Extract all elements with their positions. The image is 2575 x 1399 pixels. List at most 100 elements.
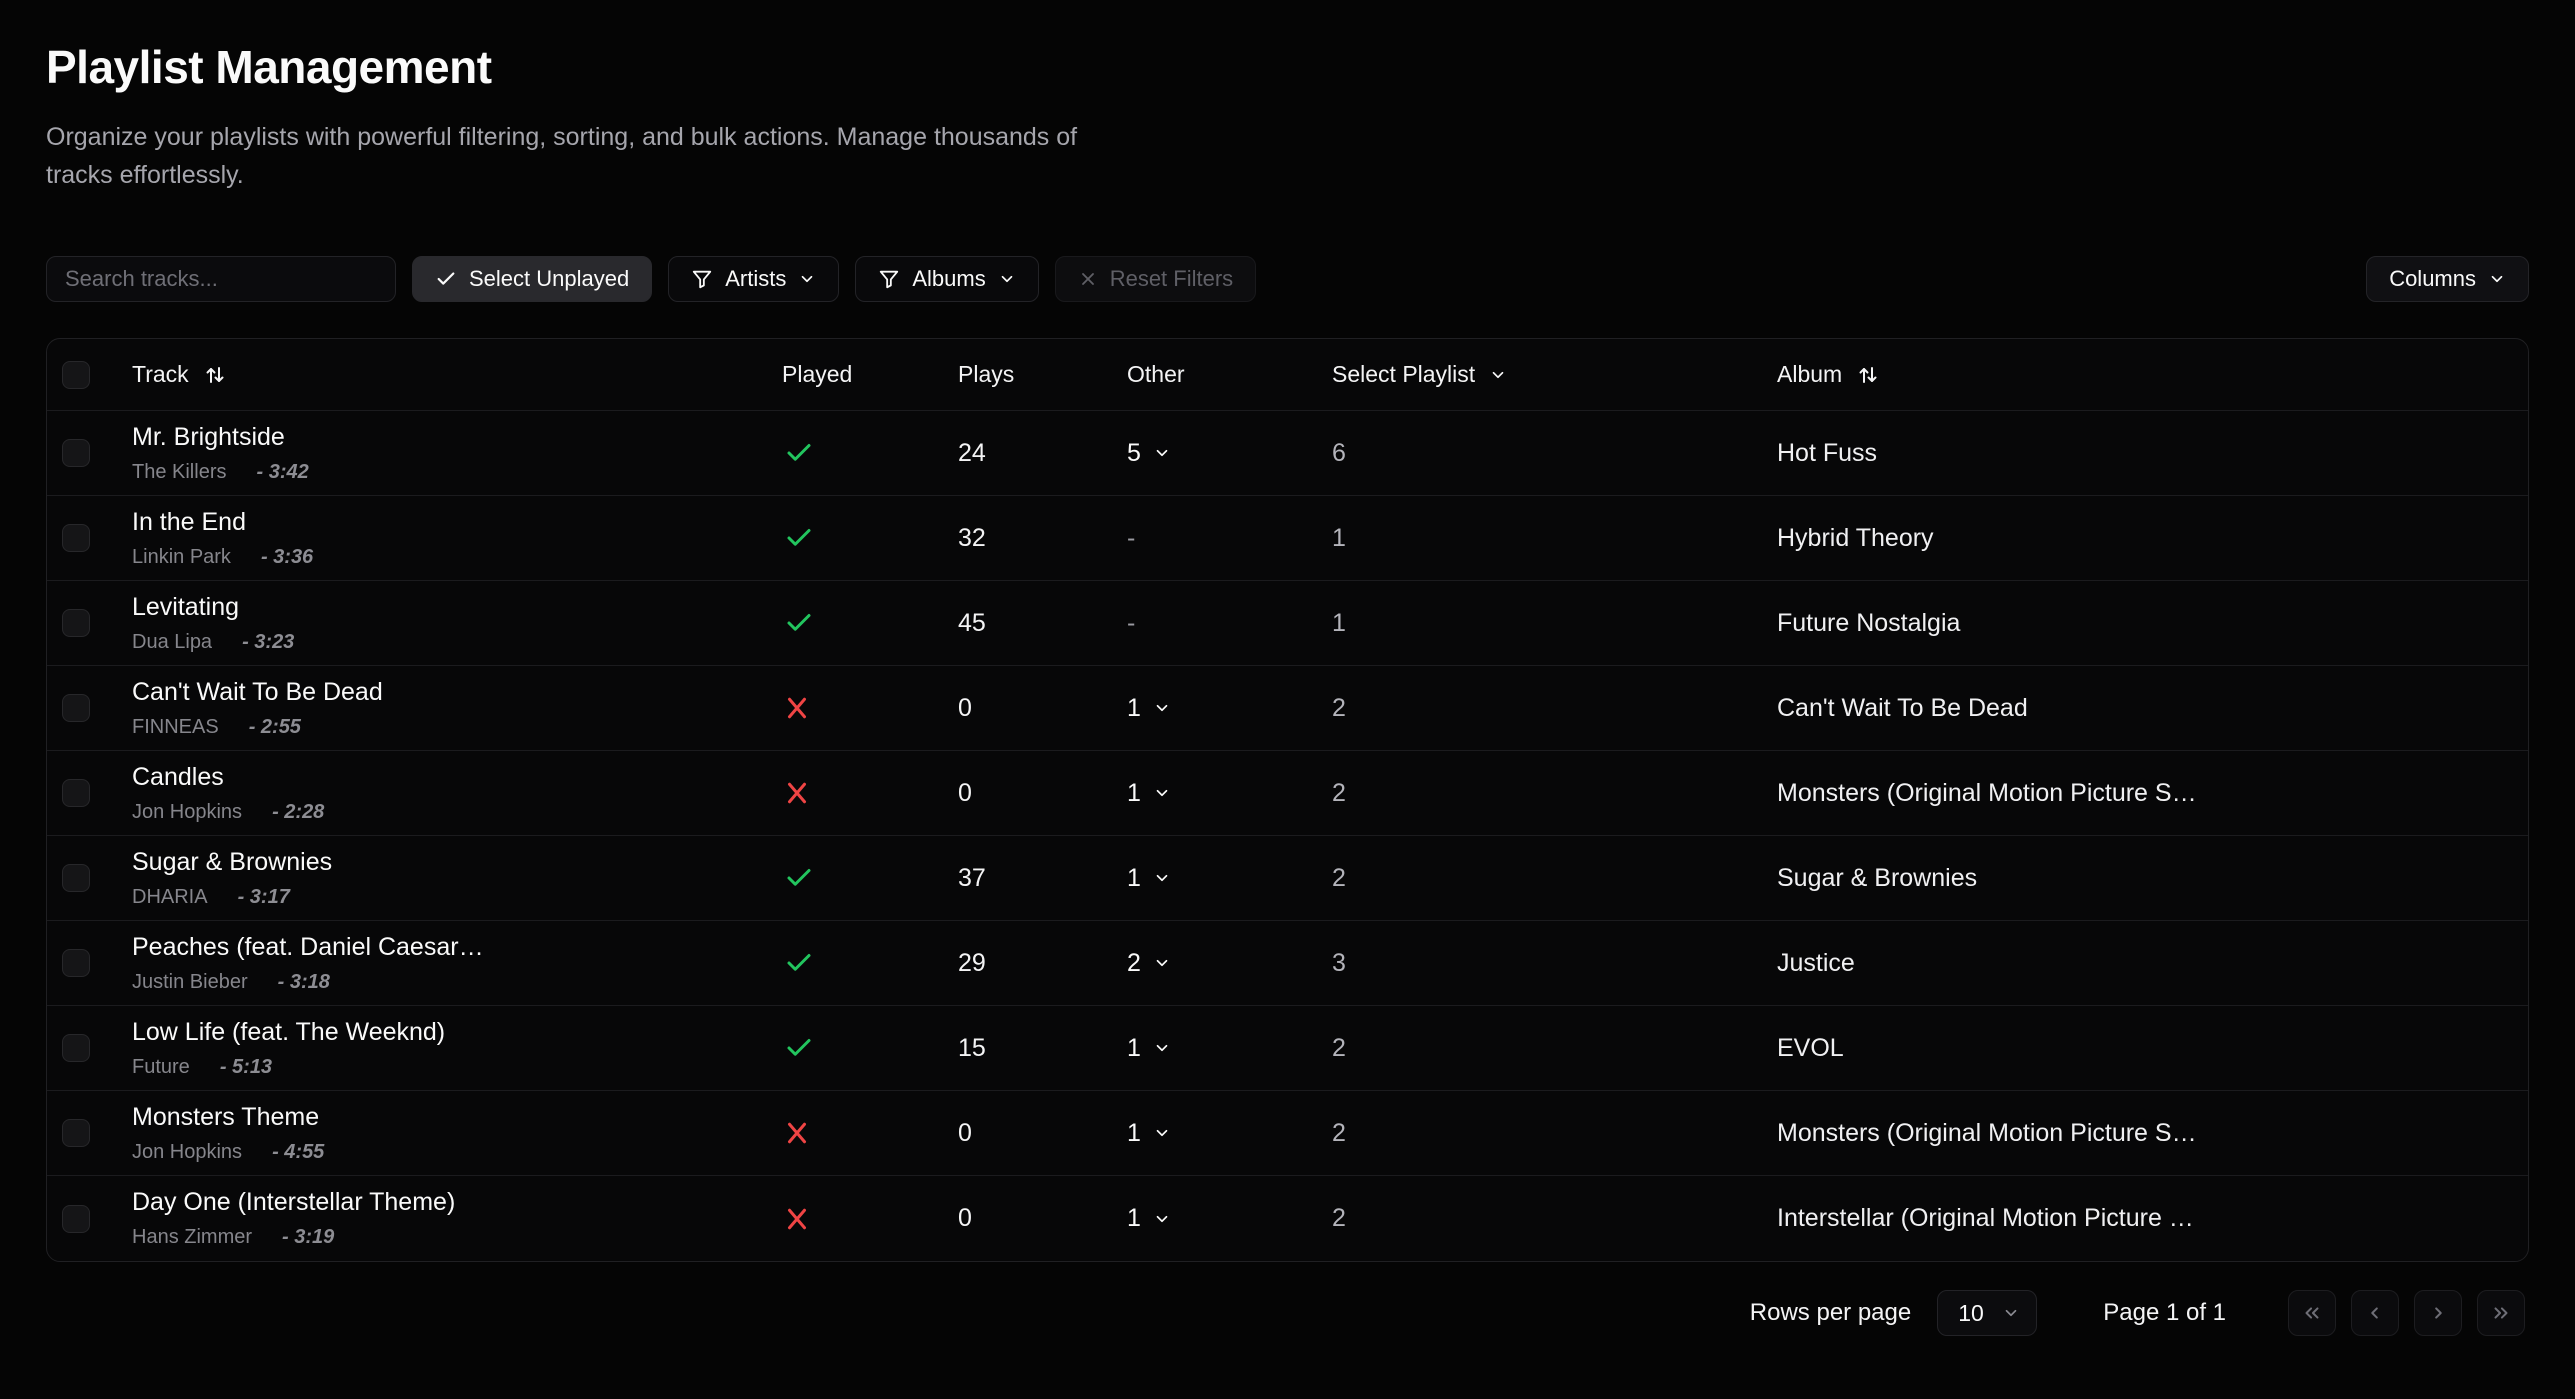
playlist-count: 2 bbox=[1332, 1204, 1346, 1232]
other-dropdown[interactable]: 5 bbox=[1127, 439, 1171, 468]
other-value: 1 bbox=[1127, 1204, 1141, 1233]
plays-value: 0 bbox=[958, 694, 972, 722]
other-cell: 1 bbox=[1102, 1204, 1302, 1233]
other-value: 1 bbox=[1127, 864, 1141, 893]
toolbar: Select Unplayed Artists Albums Reset Fil… bbox=[46, 256, 2529, 302]
track-cell: In the End Linkin Park- 3:36 bbox=[112, 508, 762, 569]
select-playlist-dropdown[interactable]: Select Playlist bbox=[1332, 361, 1507, 388]
track-duration: - 3:18 bbox=[278, 971, 330, 993]
track-cell: Mr. Brightside The Killers- 3:42 bbox=[112, 423, 762, 484]
plays-cell: 0 bbox=[942, 779, 1102, 808]
header-checkbox-cell bbox=[47, 361, 112, 389]
track-cell: Levitating Dua Lipa- 3:23 bbox=[112, 593, 762, 654]
track-subtitle: The Killers- 3:42 bbox=[132, 461, 762, 484]
row-checkbox[interactable] bbox=[62, 439, 90, 467]
row-checkbox[interactable] bbox=[62, 949, 90, 977]
artists-filter-button[interactable]: Artists bbox=[668, 256, 839, 302]
album-name: Monsters (Original Motion Picture S… bbox=[1742, 1119, 2528, 1148]
rows-per-page-value: 10 bbox=[1958, 1300, 1984, 1327]
row-checkbox[interactable] bbox=[62, 1034, 90, 1062]
row-checkbox[interactable] bbox=[62, 1119, 90, 1147]
track-title: Peaches (feat. Daniel Caesar… bbox=[132, 933, 762, 962]
album-name: Can't Wait To Be Dead bbox=[1742, 694, 2528, 723]
plays-cell: 0 bbox=[942, 694, 1102, 723]
table-row: Sugar & Brownies DHARIA- 3:17 37 1 bbox=[47, 836, 2528, 921]
other-dropdown[interactable]: 1 bbox=[1127, 779, 1171, 808]
chevron-down-icon bbox=[798, 270, 816, 288]
header-album: Album bbox=[1742, 361, 2528, 388]
track-sort-button[interactable]: Track bbox=[132, 361, 227, 388]
played-cell bbox=[762, 1033, 942, 1063]
table-body: Mr. Brightside The Killers- 3:42 24 5 bbox=[47, 411, 2528, 1261]
double-chevron-left-icon bbox=[2301, 1302, 2323, 1324]
row-checkbox[interactable] bbox=[62, 609, 90, 637]
row-checkbox[interactable] bbox=[62, 524, 90, 552]
plays-value: 37 bbox=[958, 864, 986, 892]
row-checkbox[interactable] bbox=[62, 864, 90, 892]
other-cell: 1 bbox=[1102, 1034, 1302, 1063]
playlist-count: 1 bbox=[1332, 609, 1346, 637]
row-checkbox-cell bbox=[47, 779, 112, 807]
row-checkbox[interactable] bbox=[62, 1205, 90, 1233]
tracks-table: Track Played Plays Other Select Playlist bbox=[46, 338, 2529, 1262]
row-checkbox-cell bbox=[47, 949, 112, 977]
playlist-cell: 2 bbox=[1302, 1119, 1742, 1148]
search-input[interactable] bbox=[46, 256, 396, 302]
last-page-button[interactable] bbox=[2477, 1290, 2525, 1336]
chevron-down-icon bbox=[1153, 1210, 1171, 1228]
other-dropdown[interactable]: 1 bbox=[1127, 1034, 1171, 1063]
row-checkbox-cell bbox=[47, 864, 112, 892]
rows-per-page-select[interactable]: 10 bbox=[1937, 1290, 2037, 1336]
album-sort-button[interactable]: Album bbox=[1777, 361, 1880, 388]
playlist-cell: 2 bbox=[1302, 1204, 1742, 1233]
played-x-icon bbox=[782, 693, 942, 723]
track-subtitle: Linkin Park- 3:36 bbox=[132, 546, 762, 569]
other-cell: - bbox=[1102, 524, 1302, 553]
table-row: Candles Jon Hopkins- 2:28 0 1 bbox=[47, 751, 2528, 836]
track-duration: - 3:23 bbox=[242, 631, 294, 653]
track-duration: - 2:28 bbox=[272, 801, 324, 823]
table-row: Day One (Interstellar Theme) Hans Zimmer… bbox=[47, 1176, 2528, 1261]
played-check-icon bbox=[782, 948, 942, 978]
track-artist: DHARIA bbox=[132, 886, 208, 908]
select-unplayed-button[interactable]: Select Unplayed bbox=[412, 256, 652, 302]
plays-cell: 0 bbox=[942, 1119, 1102, 1148]
other-dropdown[interactable]: 1 bbox=[1127, 1204, 1171, 1233]
albums-filter-button[interactable]: Albums bbox=[855, 256, 1038, 302]
select-all-checkbox[interactable] bbox=[62, 361, 90, 389]
other-dropdown[interactable]: 2 bbox=[1127, 949, 1171, 978]
table-row: Low Life (feat. The Weeknd) Future- 5:13… bbox=[47, 1006, 2528, 1091]
played-cell bbox=[762, 438, 942, 468]
other-dropdown[interactable]: 1 bbox=[1127, 1119, 1171, 1148]
other-dropdown[interactable]: 1 bbox=[1127, 694, 1171, 723]
previous-page-button[interactable] bbox=[2351, 1290, 2399, 1336]
row-checkbox-cell bbox=[47, 439, 112, 467]
album-name: Sugar & Brownies bbox=[1742, 864, 2528, 893]
album-name: Monsters (Original Motion Picture S… bbox=[1742, 779, 2528, 808]
row-checkbox[interactable] bbox=[62, 694, 90, 722]
first-page-button[interactable] bbox=[2288, 1290, 2336, 1336]
check-icon bbox=[435, 268, 457, 290]
played-cell bbox=[762, 693, 942, 723]
plays-cell: 15 bbox=[942, 1034, 1102, 1063]
next-page-button[interactable] bbox=[2414, 1290, 2462, 1336]
header-select-playlist-label: Select Playlist bbox=[1332, 361, 1475, 388]
playlist-cell: 2 bbox=[1302, 779, 1742, 808]
pager-buttons bbox=[2288, 1290, 2525, 1336]
track-cell: Sugar & Brownies DHARIA- 3:17 bbox=[112, 848, 762, 909]
playlist-cell: 2 bbox=[1302, 1034, 1742, 1063]
other-dropdown[interactable]: 1 bbox=[1127, 864, 1171, 893]
played-x-icon bbox=[782, 1118, 942, 1148]
row-checkbox[interactable] bbox=[62, 779, 90, 807]
funnel-icon bbox=[878, 268, 900, 290]
other-value: 1 bbox=[1127, 1034, 1141, 1063]
other-cell: 5 bbox=[1102, 439, 1302, 468]
other-cell: - bbox=[1102, 609, 1302, 638]
funnel-icon bbox=[691, 268, 713, 290]
plays-value: 0 bbox=[958, 779, 972, 807]
header-track-label: Track bbox=[132, 361, 189, 388]
played-check-icon bbox=[782, 608, 942, 638]
columns-button[interactable]: Columns bbox=[2366, 256, 2529, 302]
track-duration: - 5:13 bbox=[220, 1056, 272, 1078]
reset-filters-button[interactable]: Reset Filters bbox=[1055, 256, 1256, 302]
